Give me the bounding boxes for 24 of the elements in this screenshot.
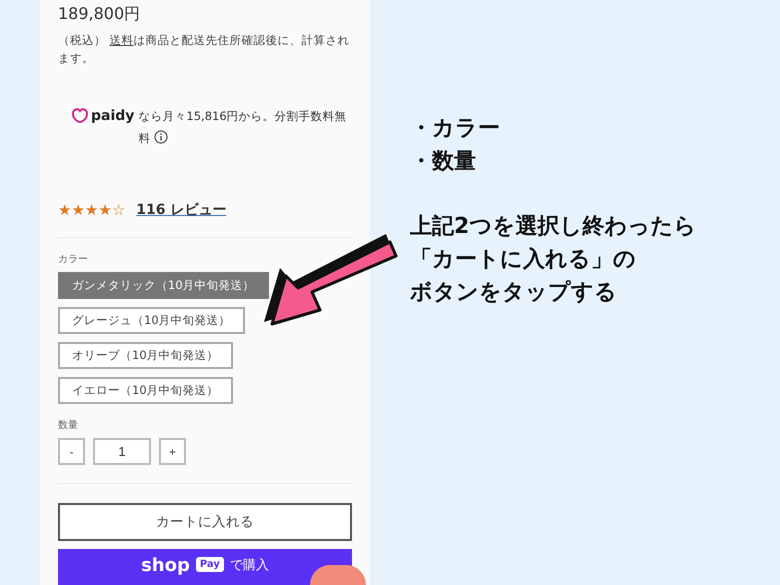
add-to-cart-button[interactable]: カートに入れる xyxy=(58,503,352,542)
color-option[interactable]: グレージュ（10月中旬発送） xyxy=(58,307,245,334)
quantity-label: 数量 xyxy=(58,419,79,432)
color-option[interactable]: ガンメタリック（10月中旬発送） xyxy=(58,272,269,300)
tax-note: （税込） 送料は商品と配送先住所確認後に、計算されます。 xyxy=(58,32,351,67)
star-rating: ★★★★☆ xyxy=(58,201,126,219)
instruction-text: ボタンをタップする xyxy=(410,279,618,307)
shop-pay-button[interactable]: shop Pay で購入 xyxy=(58,549,352,585)
info-icon[interactable] xyxy=(154,130,168,144)
color-option[interactable]: イエロー（10月中旬発送） xyxy=(58,377,233,404)
bullet-text: ・カラー xyxy=(410,115,501,143)
color-label: カラー xyxy=(58,252,89,266)
reviews-link[interactable]: 116 レビュー xyxy=(136,201,226,219)
bullet-text: ・数量 xyxy=(410,148,477,176)
instruction-text: 「カートに入れる」の xyxy=(410,246,637,274)
paidy-logo: paidy xyxy=(72,105,134,127)
decrease-button[interactable]: - xyxy=(58,438,85,466)
shipping-link[interactable]: 送料 xyxy=(110,33,134,47)
paidy-message: なら月々15,816円から。分割手数料無料 xyxy=(138,108,348,147)
price: 189,800円 xyxy=(58,4,142,25)
color-option[interactable]: オリーブ（10月中旬発送） xyxy=(58,342,233,370)
quantity-field[interactable]: 1 xyxy=(93,438,151,466)
instruction-text: 上記2つを選択し終わったら xyxy=(410,213,696,241)
increase-button[interactable]: + xyxy=(159,438,186,466)
